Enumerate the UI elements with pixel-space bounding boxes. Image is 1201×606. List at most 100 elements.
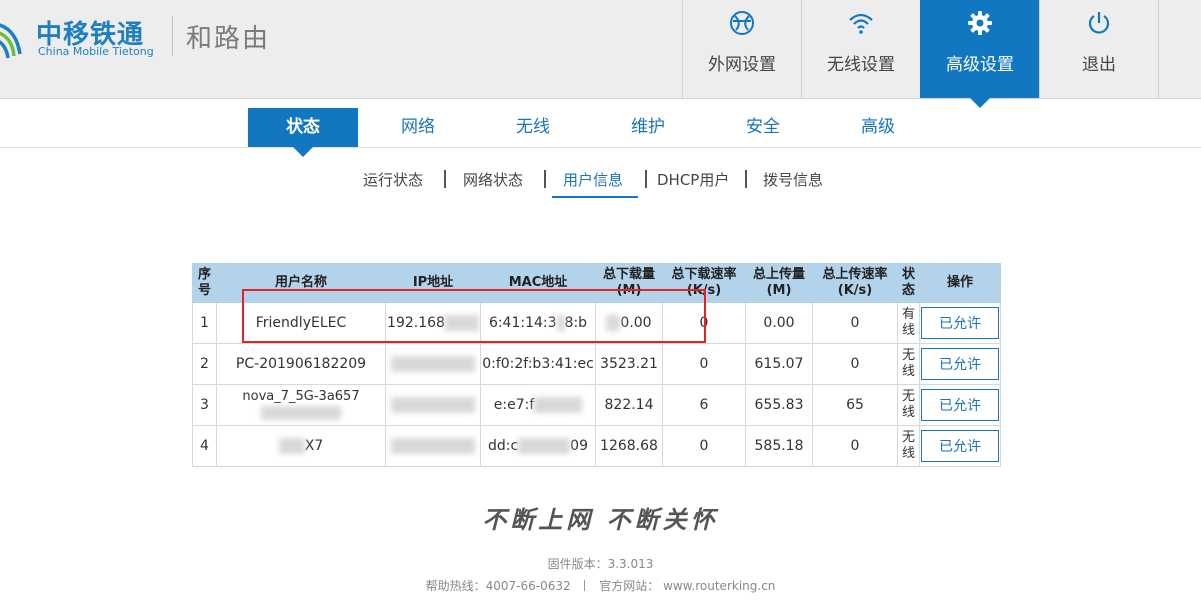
cell-name: X7 xyxy=(216,425,386,467)
tab-security[interactable]: 安全 xyxy=(708,108,818,147)
cell-ul-rate: 0 xyxy=(812,425,898,467)
table-row: 4 X7 dd:c 09 1268.68 0 585.18 0 无线 已允许 xyxy=(192,425,1001,467)
topnav-label: 外网设置 xyxy=(708,55,776,75)
subnav-divider xyxy=(444,170,446,188)
table-row: 2 PC-201906182209 0:f0:2f:b3:41:ec 3523.… xyxy=(192,343,1001,385)
topnav-advanced-settings[interactable]: 高级设置 xyxy=(920,0,1039,108)
redacted-blur xyxy=(534,397,583,413)
tab-advanced[interactable]: 高级 xyxy=(823,108,933,147)
gear-icon xyxy=(968,11,992,35)
cell-action: 已允许 xyxy=(919,302,1001,344)
subnav-divider xyxy=(544,170,546,188)
col-header-ul-total: 总上传量(M) xyxy=(745,263,813,303)
cell-name: nova_7_5G-3a657 xyxy=(216,384,386,426)
allow-button[interactable]: 已允许 xyxy=(921,348,999,380)
cell-status: 无线 xyxy=(897,343,920,385)
allow-button[interactable]: 已允许 xyxy=(921,430,999,462)
footer-divider xyxy=(584,580,586,591)
logo-divider xyxy=(172,16,173,56)
cell-ip xyxy=(385,343,481,385)
globe-icon xyxy=(730,11,754,35)
wifi-icon xyxy=(849,13,873,34)
firmware-version: 固件版本：3.3.013 xyxy=(547,557,654,571)
mac-text: 0:f0:2f:b3:41:ec xyxy=(482,356,594,372)
col-header-ul-rate: 总上传速率(K/s) xyxy=(812,263,898,303)
cell-ul-total: 615.07 xyxy=(745,343,813,385)
name-text: X7 xyxy=(304,438,324,454)
cell-ul-total: 585.18 xyxy=(745,425,813,467)
topnav-wireless-settings[interactable]: 无线设置 xyxy=(801,0,920,98)
mac-text: dd:c xyxy=(487,438,519,454)
allow-button[interactable]: 已允许 xyxy=(921,389,999,421)
col-header-index: 序号 xyxy=(192,263,217,303)
cell-index: 2 xyxy=(192,343,217,385)
tab-status[interactable]: 状态 xyxy=(248,108,358,157)
col-header-status: 状态 xyxy=(897,263,920,303)
topnav-label: 无线设置 xyxy=(827,55,895,75)
subnav-active-underline xyxy=(552,196,638,198)
topnav-label: 退出 xyxy=(1082,55,1116,75)
cell-dl-rate: 0 xyxy=(662,343,746,385)
col-header-action: 操作 xyxy=(919,263,1001,303)
redacted-blur xyxy=(391,356,475,372)
topnav-label: 高级设置 xyxy=(946,55,1014,75)
cell-dl-rate: 0 xyxy=(662,425,746,467)
cell-dl-rate: 6 xyxy=(662,384,746,426)
cell-ul-rate: 0 xyxy=(812,302,898,344)
cell-ul-total: 0.00 xyxy=(745,302,813,344)
cell-status: 无线 xyxy=(897,384,920,426)
header: 中移铁通 China Mobile Tietong 和路由 外网设置 无线设置 xyxy=(0,0,1201,108)
cell-status: 无线 xyxy=(897,425,920,467)
cell-ip xyxy=(385,425,481,467)
subnav-user-info[interactable]: 用户信息 xyxy=(563,168,623,192)
cell-dl-total: 3523.21 xyxy=(595,343,663,385)
topnav-logout[interactable]: 退出 xyxy=(1039,0,1159,98)
redacted-blur xyxy=(391,438,475,454)
subnav-network-status[interactable]: 网络状态 xyxy=(463,168,523,192)
mac-text: e:e7:f xyxy=(493,397,535,413)
topnav-wan-settings[interactable]: 外网设置 xyxy=(682,0,801,98)
slogan: 不断上网 不断关怀 xyxy=(482,505,719,534)
brand-name-en: China Mobile Tietong xyxy=(38,45,154,58)
name-text: nova_7_5G-3a657 xyxy=(242,389,360,404)
redacted-blur xyxy=(261,405,341,420)
cell-dl-total: 822.14 xyxy=(595,384,663,426)
cell-dl-total: 1268.68 xyxy=(595,425,663,467)
cell-mac: e:e7:f xyxy=(480,384,596,426)
table-row: 3 nova_7_5G-3a657 e:e7:f 822.14 6 655.83… xyxy=(192,384,1001,426)
cell-index: 4 xyxy=(192,425,217,467)
cell-ul-rate: 65 xyxy=(812,384,898,426)
cell-mac: 0:f0:2f:b3:41:ec xyxy=(480,343,596,385)
allow-button[interactable]: 已允许 xyxy=(921,307,999,339)
subnav-run-status[interactable]: 运行状态 xyxy=(363,168,423,192)
cell-index: 3 xyxy=(192,384,217,426)
cell-status: 有线 xyxy=(897,302,920,344)
hotline-text: 帮助热线：4007-66-0632 xyxy=(425,579,571,593)
subnav-divider xyxy=(645,170,647,188)
cell-index: 1 xyxy=(192,302,217,344)
redacted-blur xyxy=(518,438,571,454)
redacted-blur xyxy=(391,397,475,413)
cell-ip xyxy=(385,384,481,426)
mac-text-tail: 09 xyxy=(570,438,588,454)
subnav-divider xyxy=(745,170,747,188)
product-name: 和路由 xyxy=(186,24,271,54)
subnav-dhcp-users[interactable]: DHCP用户 xyxy=(657,168,729,192)
website-link[interactable]: 官方网站： www.routerking.cn xyxy=(599,579,775,593)
highlight-annotation-box xyxy=(242,289,706,343)
cell-action: 已允许 xyxy=(919,343,1001,385)
cell-action: 已允许 xyxy=(919,425,1001,467)
redacted-blur xyxy=(278,438,305,454)
tab-network[interactable]: 网络 xyxy=(363,108,473,147)
footer-contact: 帮助热线：4007-66-0632 官方网站： www.routerking.c… xyxy=(0,577,1201,594)
cell-ul-rate: 0 xyxy=(812,343,898,385)
cell-ul-total: 655.83 xyxy=(745,384,813,426)
cell-mac: dd:c 09 xyxy=(480,425,596,467)
subnav-dial-info[interactable]: 拨号信息 xyxy=(763,168,823,192)
cell-name: PC-201906182209 xyxy=(216,343,386,385)
tab-maintenance[interactable]: 维护 xyxy=(593,108,703,147)
tab-wireless[interactable]: 无线 xyxy=(478,108,588,147)
cell-action: 已允许 xyxy=(919,384,1001,426)
logo-mark-icon xyxy=(0,23,22,59)
power-icon xyxy=(1088,12,1110,34)
